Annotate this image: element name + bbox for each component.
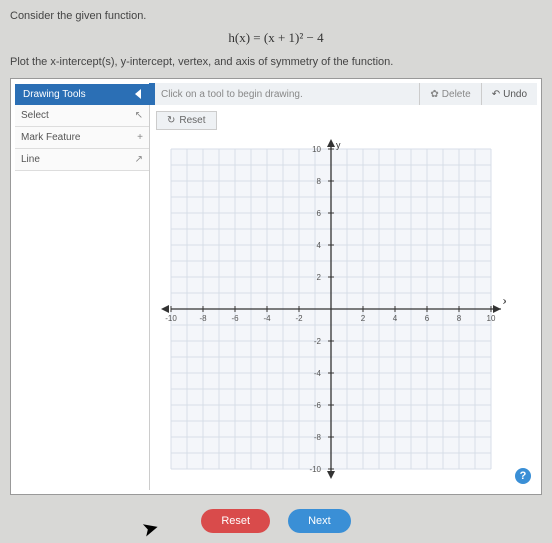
svg-text:-6: -6 <box>314 401 322 410</box>
svg-text:10: 10 <box>487 314 496 323</box>
plus-icon: + <box>137 132 143 143</box>
svg-text:4: 4 <box>393 314 398 323</box>
delete-button[interactable]: ✿ Delete <box>419 83 480 105</box>
reset-icon: ↻ <box>167 115 175 126</box>
sidebar-item-label: Line <box>21 154 40 165</box>
sidebar-item-label: Select <box>21 110 49 121</box>
svg-text:y: y <box>336 140 341 150</box>
graph-reset-button[interactable]: ↻ Reset <box>156 111 217 130</box>
svg-text:6: 6 <box>317 209 322 218</box>
instruction-text: Plot the x-intercept(s), y-intercept, ve… <box>10 56 542 68</box>
graph-area: ↻ Reset x y -10 -8 -6 -4 -2 2 4 6 8 10 -10 -8 -6 -4 -2… <box>150 105 537 490</box>
svg-text:x: x <box>503 296 506 306</box>
delete-label: Delete <box>442 89 471 100</box>
sidebar-item-select[interactable]: Select ↖ <box>15 105 149 127</box>
drawing-tools-header[interactable]: Drawing Tools <box>15 84 149 105</box>
svg-text:-8: -8 <box>199 314 207 323</box>
line-icon: ↗ <box>135 154 143 165</box>
undo-button[interactable]: ↶ Undo <box>481 83 537 105</box>
help-button[interactable]: ? <box>515 468 531 484</box>
tools-sidebar: Select ↖ Mark Feature + Line ↗ <box>15 105 150 490</box>
cursor-icon: ↖ <box>135 110 143 121</box>
reset-button[interactable]: Reset <box>201 509 270 533</box>
toolbar-row: Drawing Tools Click on a tool to begin d… <box>15 83 537 105</box>
graph-reset-label: Reset <box>179 115 205 126</box>
svg-text:-2: -2 <box>295 314 303 323</box>
svg-text:2: 2 <box>317 273 322 282</box>
gear-icon: ✿ <box>430 89 438 100</box>
undo-icon: ↶ <box>492 89 500 100</box>
next-button[interactable]: Next <box>288 509 351 533</box>
svg-text:-4: -4 <box>263 314 271 323</box>
action-buttons: Reset Next <box>10 509 542 533</box>
collapse-icon <box>135 89 141 99</box>
sidebar-item-label: Mark Feature <box>21 132 80 143</box>
sidebar-item-mark-feature[interactable]: Mark Feature + <box>15 127 149 149</box>
hint-text: Click on a tool to begin drawing. <box>149 83 419 105</box>
svg-text:8: 8 <box>457 314 462 323</box>
drawing-panel: Drawing Tools Click on a tool to begin d… <box>10 78 542 495</box>
question-text: Consider the given function. <box>10 10 542 22</box>
svg-text:-10: -10 <box>165 314 177 323</box>
svg-text:-8: -8 <box>314 433 322 442</box>
coordinate-grid[interactable]: x y -10 -8 -6 -4 -2 2 4 6 8 10 -10 -8 -6 -4 -2 2 4 6 8 10 <box>156 134 506 484</box>
svg-text:-6: -6 <box>231 314 239 323</box>
formula-text: h(x) = (x + 1)² − 4 <box>10 30 542 46</box>
svg-text:-4: -4 <box>314 369 322 378</box>
main-row: Select ↖ Mark Feature + Line ↗ ↻ Reset <box>15 105 537 490</box>
svg-text:2: 2 <box>361 314 366 323</box>
svg-text:-2: -2 <box>314 337 322 346</box>
sidebar-item-line[interactable]: Line ↗ <box>15 149 149 171</box>
svg-text:8: 8 <box>317 177 322 186</box>
svg-text:4: 4 <box>317 241 322 250</box>
svg-text:10: 10 <box>312 145 321 154</box>
drawing-tools-label: Drawing Tools <box>23 89 86 100</box>
svg-text:6: 6 <box>425 314 430 323</box>
undo-label: Undo <box>503 89 527 100</box>
svg-text:-10: -10 <box>309 465 321 474</box>
